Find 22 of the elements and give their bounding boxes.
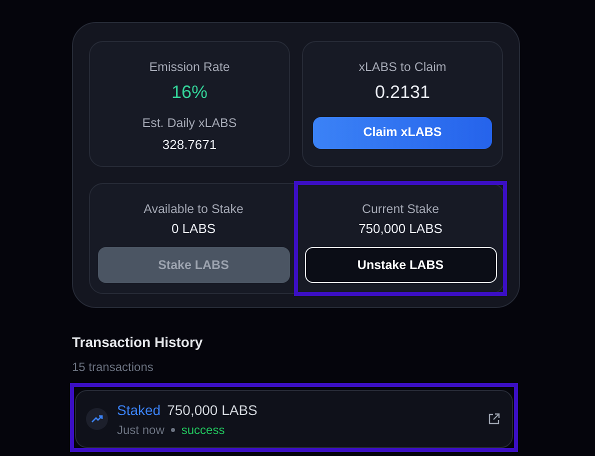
external-link-icon[interactable] [488, 413, 500, 425]
trend-up-icon [86, 408, 108, 430]
daily-label: Est. Daily xLABS [142, 114, 237, 132]
stake-value: 750,000 LABS [358, 220, 442, 238]
transaction-time: Just now [117, 422, 164, 438]
stake-label: Current Stake [362, 201, 440, 218]
claim-label: xLABS to Claim [358, 59, 446, 76]
emission-rate-label: Emission Rate [149, 59, 230, 76]
history-title: Transaction History [72, 333, 204, 352]
stake-label: Available to Stake [144, 201, 244, 218]
daily-value: 328.7671 [162, 136, 217, 154]
claim-button[interactable]: Claim xLABS [313, 116, 492, 149]
transaction-item[interactable]: Staked 750,000 LABS Just now success [75, 390, 513, 448]
transaction-count: 15 transactions [72, 359, 154, 376]
stake-value: 0 LABS [171, 220, 216, 238]
unstake-button[interactable]: Unstake LABS [304, 247, 496, 283]
transaction-action: Staked [117, 400, 161, 420]
transaction-status: success [181, 422, 225, 438]
emission-rate-value: 16% [171, 80, 208, 104]
separator-dot [170, 428, 175, 432]
claim-value: 0.2131 [374, 80, 430, 104]
transaction-amount: 750,000 LABS [167, 400, 258, 420]
